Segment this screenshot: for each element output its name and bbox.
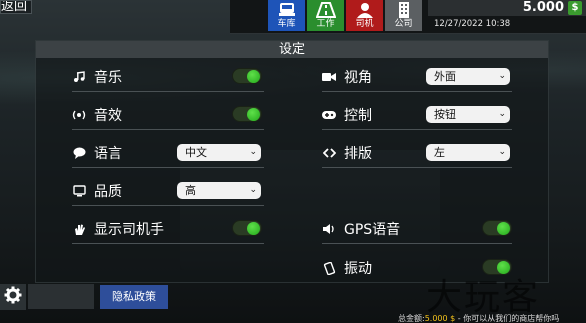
quality-select[interactable]: 高 ⌄	[177, 182, 261, 199]
gps-voice-toggle[interactable]	[482, 220, 512, 236]
vibrate-icon	[322, 261, 336, 275]
setting-gps-voice: GPS语音	[322, 214, 512, 244]
setting-music: 音乐	[72, 62, 264, 92]
music-icon	[72, 70, 86, 84]
speaker-icon	[322, 222, 336, 236]
layout-select[interactable]: 左 ⌄	[426, 144, 510, 161]
layout-arrows-icon	[322, 146, 336, 160]
nav-garage-label: 车库	[277, 19, 296, 29]
back-label: 返回	[1, 0, 28, 14]
ticker-amount: 5.000 $	[424, 314, 456, 323]
nav-company[interactable]: 公司	[385, 0, 422, 31]
camera-icon	[322, 70, 336, 84]
view-value: 外面	[434, 70, 456, 83]
chevron-down-icon: ⌄	[249, 147, 257, 157]
setting-control-label: 控制	[344, 108, 372, 124]
ticker-prefix: 总金额:	[398, 314, 425, 323]
setting-gps-voice-label: GPS语音	[344, 222, 401, 238]
chevron-down-icon: ⌄	[249, 185, 257, 195]
layout-value: 左	[434, 146, 445, 159]
nav-company-label: 公司	[394, 19, 413, 29]
setting-quality-label: 品质	[94, 184, 122, 200]
settings-gear-button[interactable]	[0, 284, 26, 310]
setting-layout-label: 排版	[344, 146, 372, 162]
control-value: 按钮	[434, 108, 456, 121]
money-display[interactable]: 5.000 $	[428, 0, 586, 16]
nav-work-label: 工作	[316, 19, 335, 29]
setting-layout: 排版 左 ⌄	[322, 138, 512, 168]
sound-effects-toggle[interactable]	[232, 106, 262, 122]
datetime: 12/27/2022 10:38	[434, 19, 511, 29]
view-select[interactable]: 外面 ⌄	[426, 68, 510, 85]
news-ticker: 总金额:5.000 $ - 你可以从我们的商店帮你吗	[398, 313, 586, 323]
blank-button[interactable]	[28, 284, 94, 309]
building-icon	[385, 0, 422, 18]
setting-language-label: 语言	[94, 146, 122, 162]
money-amount: 5.000	[522, 0, 564, 15]
chevron-down-icon: ⌄	[498, 147, 506, 157]
gear-icon	[4, 286, 22, 308]
chevron-down-icon: ⌄	[498, 71, 506, 81]
setting-music-label: 音乐	[94, 70, 122, 86]
setting-control: 控制 按钮 ⌄	[322, 100, 512, 130]
setting-language: 语言 中文 ⌄	[72, 138, 264, 168]
setting-sound-effects: 音效	[72, 100, 264, 130]
setting-view-label: 视角	[344, 70, 372, 86]
music-toggle[interactable]	[232, 68, 262, 84]
setting-driver-hand-label: 显示司机手	[94, 222, 164, 238]
person-icon	[346, 0, 383, 18]
control-select[interactable]: 按钮 ⌄	[426, 106, 510, 123]
setting-view: 视角 外面 ⌄	[322, 62, 512, 92]
gamepad-icon	[322, 108, 336, 122]
back-button[interactable]: 返回	[0, 0, 32, 14]
nav-work[interactable]: 工作	[307, 0, 344, 31]
dollar-icon: $	[568, 1, 582, 15]
chat-bubble-icon	[72, 146, 86, 160]
language-value: 中文	[185, 146, 207, 159]
setting-driver-hand: 显示司机手	[72, 214, 264, 244]
panel-title: 设定	[36, 41, 548, 58]
setting-sound-label: 音效	[94, 108, 122, 124]
chevron-down-icon: ⌄	[498, 109, 506, 119]
nav-garage[interactable]: 车库	[268, 0, 305, 31]
driver-hand-toggle[interactable]	[232, 220, 262, 236]
quality-value: 高	[185, 184, 196, 197]
truck-icon	[268, 0, 305, 18]
nav-driver[interactable]: 司机	[346, 0, 383, 31]
setting-vibration-label: 振动	[344, 261, 372, 277]
road-icon	[307, 0, 344, 18]
sound-effect-icon	[72, 108, 86, 122]
ticker-text: - 你可以从我们的商店帮你吗	[457, 314, 560, 323]
hand-icon	[72, 222, 86, 236]
language-select[interactable]: 中文 ⌄	[177, 144, 261, 161]
setting-quality: 品质 高 ⌄	[72, 176, 264, 206]
privacy-policy-button[interactable]: 隐私政策	[100, 285, 168, 309]
monitor-icon	[72, 184, 86, 198]
nav-driver-label: 司机	[355, 19, 374, 29]
